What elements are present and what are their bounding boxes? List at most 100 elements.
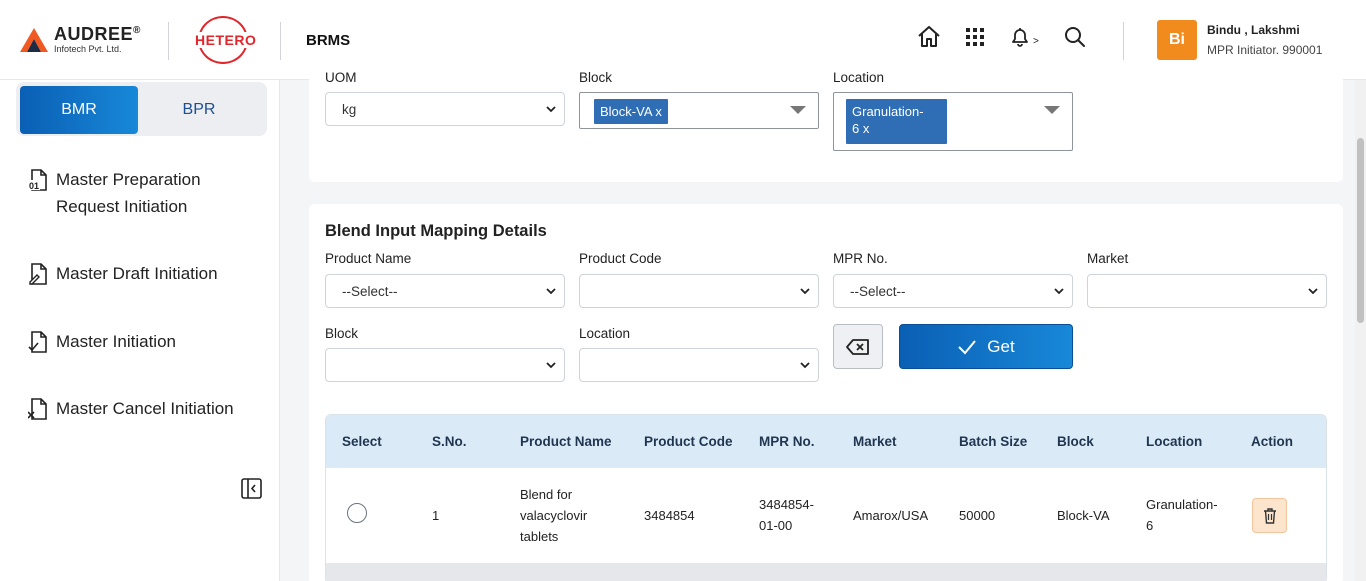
search-icon[interactable] — [1062, 24, 1088, 50]
column-header-product-name: Product Name — [520, 434, 612, 449]
app-name: BRMS — [306, 32, 351, 49]
chevron-down-icon — [546, 106, 556, 113]
collapse-sidebar-icon[interactable] — [241, 478, 262, 499]
column-header-batch-size: Batch Size — [959, 434, 1028, 449]
header-divider — [168, 22, 169, 60]
dropdown-arrow-icon — [1044, 106, 1060, 114]
brand-name: AUDREE® — [54, 24, 141, 44]
bell-icon[interactable] — [1007, 24, 1033, 50]
get-button-label: Get — [987, 336, 1015, 356]
uom-label: UOM — [325, 70, 357, 82]
table-row-next — [326, 563, 1326, 581]
column-header-product-code: Product Code — [644, 434, 733, 449]
block-label: Block — [579, 70, 613, 82]
blend-block-select[interactable] — [325, 348, 565, 382]
sidebar-item-master-preparation-request-initiation[interactable]: 01 Master Preparation Request Initiation — [28, 166, 201, 220]
column-header-location: Location — [1146, 434, 1203, 449]
cell-product-name: Blend for valacyclovir tablets — [520, 487, 588, 544]
trash-icon — [1263, 507, 1276, 524]
audree-logo-mark-icon — [20, 28, 48, 52]
cell-market: Amarox/USA — [853, 508, 929, 523]
blend-location-select[interactable] — [579, 348, 819, 382]
column-header-block: Block — [1057, 434, 1094, 449]
document-01-icon: 01 — [28, 169, 47, 191]
cell-block: Block-VA — [1057, 508, 1110, 523]
blend-table: Select S.No. Product Name Product Code M… — [325, 414, 1327, 581]
sidebar-item-label: Master Preparation Request Initiation — [56, 170, 201, 216]
page-scrollbar[interactable] — [1355, 80, 1366, 581]
apps-grid-icon[interactable] — [962, 24, 988, 50]
block-multiselect[interactable]: Block-VA x — [579, 92, 819, 129]
delete-row-button[interactable] — [1252, 498, 1287, 533]
mpr-no-select[interactable]: --Select-- — [833, 274, 1073, 308]
clear-button[interactable] — [833, 324, 883, 369]
sidebar-item-label: Master Draft Initiation — [56, 264, 218, 283]
chevron-down-icon — [800, 288, 810, 295]
chevron-down-icon — [546, 288, 556, 295]
dropdown-arrow-icon — [790, 106, 806, 114]
column-header-sno: S.No. — [432, 434, 467, 449]
blend-block-label: Block — [325, 326, 359, 341]
market-label: Market — [1087, 251, 1129, 266]
user-name[interactable]: Bindu , Lakshmi — [1207, 23, 1300, 37]
product-code-select[interactable] — [579, 274, 819, 308]
product-code-label: Product Code — [579, 251, 662, 266]
document-check-icon — [28, 331, 47, 353]
mpr-no-value: --Select-- — [850, 284, 906, 299]
column-header-market: Market — [853, 434, 897, 449]
cell-location: Granulation- 6 — [1146, 497, 1218, 533]
product-name-value: --Select-- — [342, 284, 398, 299]
sidebar-item-label: Master Initiation — [56, 332, 176, 351]
sidebar-item-master-draft-initiation[interactable]: Master Draft Initiation — [28, 260, 218, 287]
user-role: MPR Initiator. 990001 — [1207, 43, 1323, 57]
brand-subtitle: Infotech Pvt. Ltd. — [54, 44, 122, 54]
tab-bmr[interactable]: BMR — [20, 86, 138, 134]
market-select[interactable] — [1087, 274, 1327, 308]
cell-product-code: 3484854 — [644, 508, 695, 523]
column-header-mpr-no: MPR No. — [759, 434, 815, 449]
scrollbar-thumb[interactable] — [1357, 138, 1364, 323]
sidebar: BMR BPR 01 Master Preparation Request In… — [0, 80, 280, 581]
product-name-select[interactable]: --Select-- — [325, 274, 565, 308]
section-title: Blend Input Mapping Details — [325, 222, 547, 240]
notification-caret: > — [1033, 36, 1039, 47]
block-chip[interactable]: Block-VA x — [594, 99, 668, 124]
cell-batch-size: 50000 — [959, 508, 996, 523]
document-edit-icon — [29, 263, 47, 285]
row-select-radio[interactable] — [347, 503, 367, 523]
location-label: Location — [833, 70, 885, 82]
location-multiselect[interactable]: Granulation- 6 x — [833, 92, 1073, 151]
document-cancel-icon — [28, 398, 47, 420]
column-header-action: Action — [1251, 434, 1293, 449]
hetero-logo-text: HETERO — [194, 32, 258, 48]
sidebar-item-label: Master Cancel Initiation — [56, 399, 234, 418]
cell-sno: 1 — [432, 508, 440, 523]
backspace-clear-icon — [846, 338, 869, 355]
chevron-down-icon — [1308, 288, 1318, 295]
header-divider — [1123, 22, 1124, 60]
sidebar-item-master-cancel-initiation[interactable]: Master Cancel Initiation — [28, 395, 234, 422]
header-divider — [280, 22, 281, 60]
column-header-select: Select — [342, 434, 382, 449]
chevron-down-icon — [1054, 288, 1064, 295]
avatar[interactable]: Bi — [1157, 20, 1197, 60]
get-button[interactable]: Get — [899, 324, 1073, 369]
cell-mpr-no: 3484854- 01-00 — [759, 497, 814, 533]
chevron-down-icon — [546, 362, 556, 369]
tab-bpr[interactable]: BPR — [140, 86, 258, 134]
hetero-logo[interactable]: HETERO — [194, 16, 258, 64]
uom-value: kg — [342, 102, 357, 117]
check-icon — [958, 339, 977, 354]
home-icon[interactable] — [916, 24, 942, 50]
product-name-label: Product Name — [325, 251, 412, 266]
sidebar-item-master-initiation[interactable]: Master Initiation — [28, 328, 176, 355]
bmr-bpr-toggle: BMR BPR — [16, 82, 267, 136]
blend-location-label: Location — [579, 326, 631, 341]
location-chip[interactable]: Granulation- 6 x — [846, 99, 947, 144]
chevron-down-icon — [800, 362, 810, 369]
uom-select[interactable]: kg — [325, 92, 565, 126]
svg-text:01: 01 — [29, 181, 39, 191]
table-header: Select S.No. Product Name Product Code M… — [326, 415, 1326, 468]
audree-logo[interactable]: AUDREE® Infotech Pvt. Ltd. — [20, 22, 145, 58]
mpr-no-label: MPR No. — [833, 251, 888, 266]
